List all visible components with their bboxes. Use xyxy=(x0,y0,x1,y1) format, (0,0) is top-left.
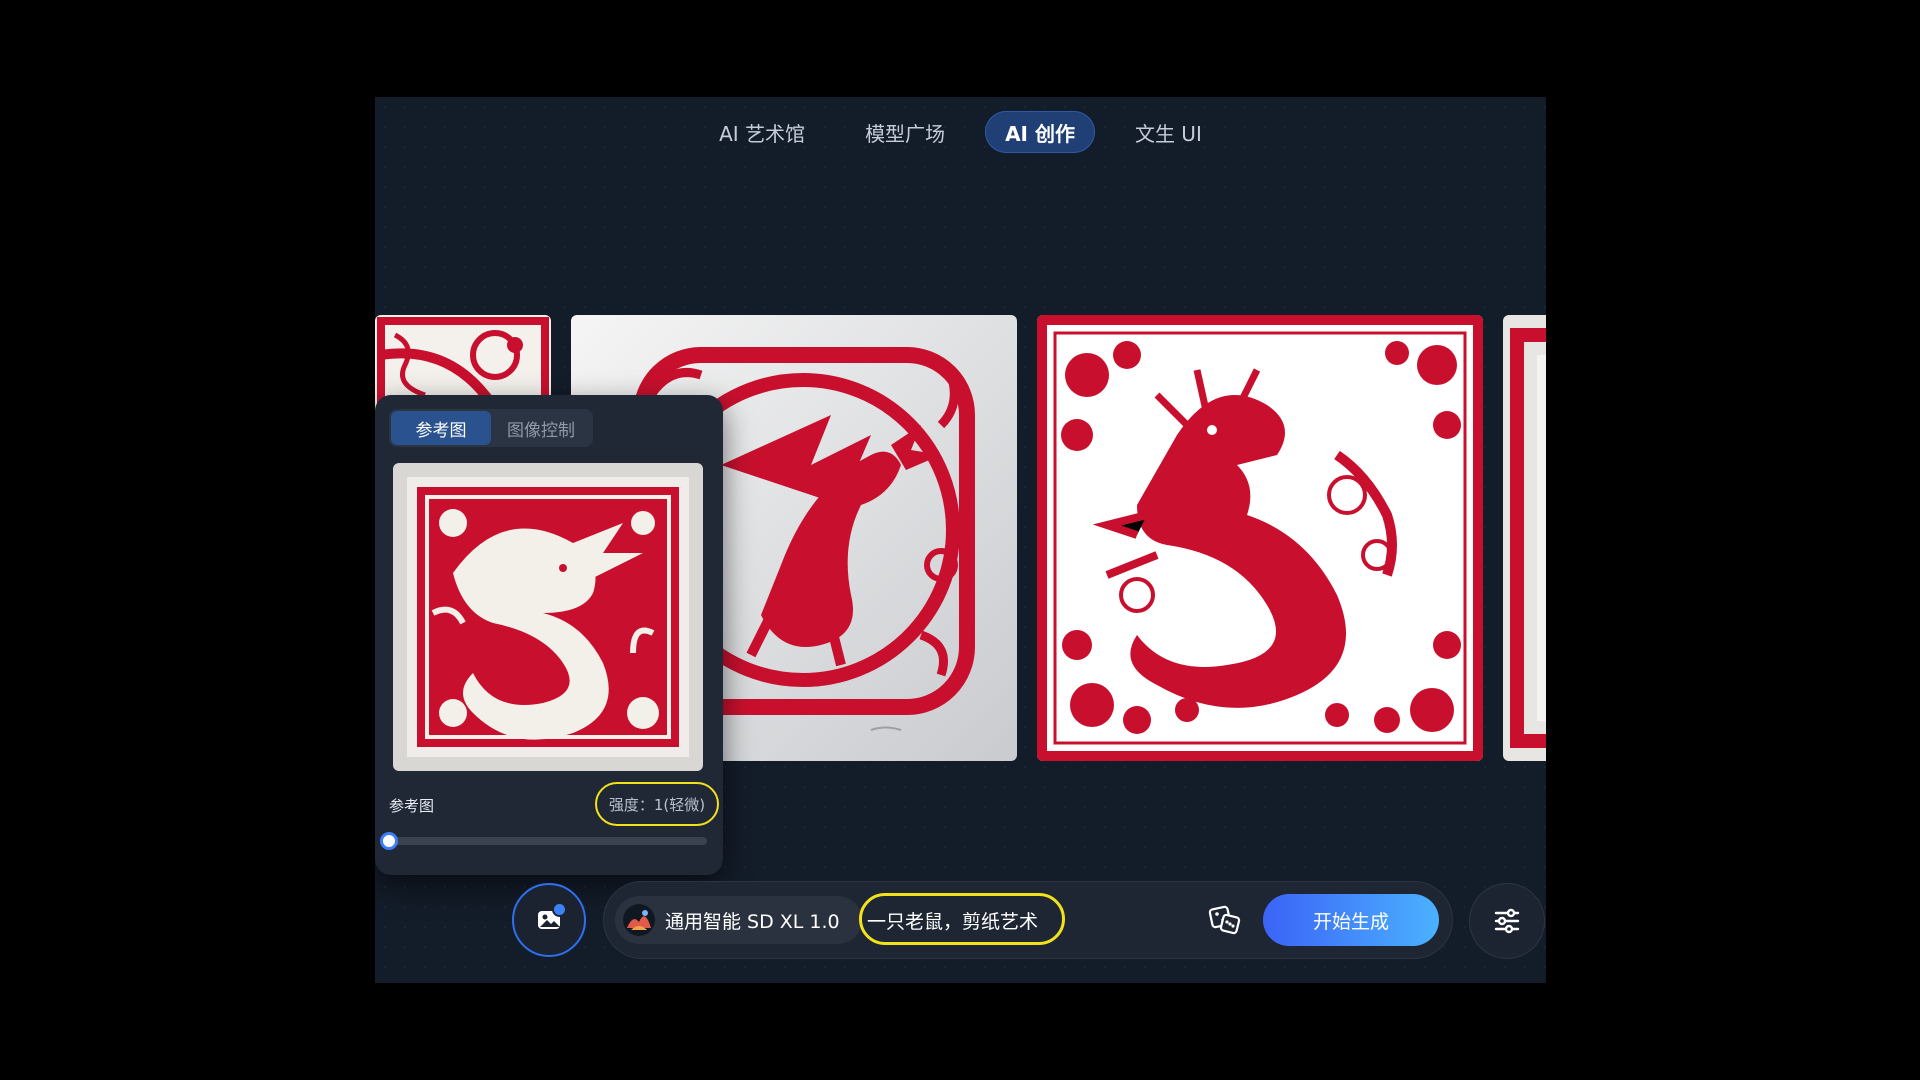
image-upload-button[interactable] xyxy=(512,883,586,957)
reference-tabs: 参考图 图像控制 xyxy=(389,409,593,447)
reference-image[interactable] xyxy=(393,463,703,771)
strength-slider[interactable] xyxy=(380,832,707,850)
model-name: 通用智能 SD XL 1.0 xyxy=(665,910,840,933)
nav-text-to-ui[interactable]: 文生 UI xyxy=(1115,111,1222,153)
model-avatar xyxy=(623,904,655,936)
nav-ai-gallery[interactable]: AI 艺术馆 xyxy=(699,111,825,153)
settings-button[interactable] xyxy=(1469,883,1545,959)
sliders-icon xyxy=(1494,908,1520,934)
model-thumbnail-icon xyxy=(623,904,655,936)
tab-reference-image[interactable]: 参考图 xyxy=(391,411,491,445)
papercut-frame-image xyxy=(1503,315,1546,761)
reference-panel: 参考图 图像控制 参考图 强度：1(轻微) xyxy=(375,395,723,875)
papercut-dragon-floral-image xyxy=(1037,315,1483,761)
gallery-image-3[interactable] xyxy=(1037,315,1483,761)
reference-label: 参考图 xyxy=(389,797,435,815)
prompt-bar: 通用智能 SD XL 1.0 开始生成 xyxy=(603,881,1453,959)
slider-knob[interactable] xyxy=(380,832,398,850)
generate-button[interactable]: 开始生成 xyxy=(1263,894,1439,946)
app-window: AI 艺术馆 模型广场 AI 创作 文生 UI 参考图 图像控制 参考图 强度：… xyxy=(375,97,1546,983)
gallery-image-4[interactable] xyxy=(1503,315,1546,761)
tab-image-control[interactable]: 图像控制 xyxy=(491,411,591,445)
strength-value: 强度：1(轻微) xyxy=(595,782,719,826)
top-nav: AI 艺术馆 模型广场 AI 创作 文生 UI xyxy=(375,111,1546,153)
model-selector[interactable]: 通用智能 SD XL 1.0 xyxy=(615,896,862,944)
check-badge-icon xyxy=(552,902,567,917)
prompt-input[interactable] xyxy=(867,901,1063,939)
nav-ai-creation[interactable]: AI 创作 xyxy=(985,111,1095,153)
random-prompt-button[interactable] xyxy=(1208,903,1242,937)
nav-model-plaza[interactable]: 模型广场 xyxy=(845,111,965,153)
white-papercut-dragon-image xyxy=(393,463,703,771)
dice-icon xyxy=(1208,905,1241,935)
